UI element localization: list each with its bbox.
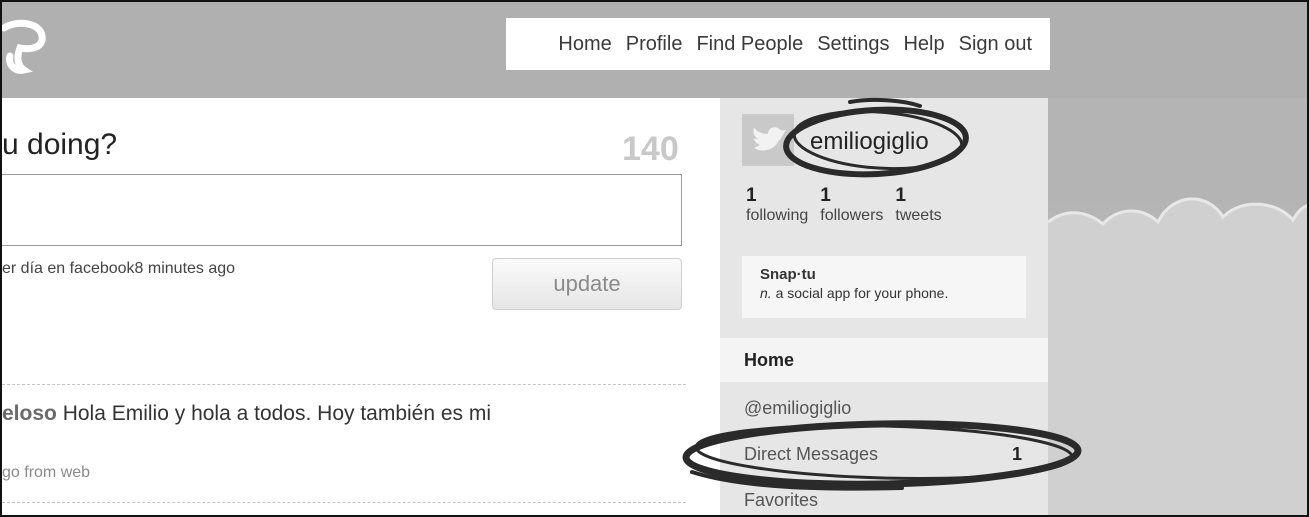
sidebar-item-favorites[interactable]: Favorites	[720, 478, 1048, 515]
sidebar-item-label: Favorites	[744, 489, 819, 510]
nav-find-people-link[interactable]: Find People	[696, 33, 803, 56]
stat-label: following	[746, 207, 809, 224]
profile-stats: 1 following 1 followers 1 tweets	[746, 186, 954, 226]
timeline-divider	[2, 384, 686, 385]
bird-icon	[753, 127, 786, 151]
sidebar-item-label: @emiliogiglio	[744, 397, 852, 418]
timeline-divider	[2, 502, 686, 503]
avatar[interactable]	[742, 114, 794, 166]
sidebar-item-home[interactable]: Home	[720, 338, 1048, 382]
screenshot-frame: Home Profile Find People Settings Help S…	[0, 0, 1309, 517]
profile-screen-name[interactable]: emiliogiglio	[810, 128, 929, 156]
stat-value: 1	[895, 185, 906, 206]
nav-settings-link[interactable]: Settings	[817, 33, 889, 56]
tweet-text: Hola Emilio y hola a todos. Hoy también …	[56, 402, 492, 425]
tweet-meta: go from web	[2, 464, 91, 481]
sidebar-item-mentions[interactable]: @emiliogiglio	[720, 386, 1048, 430]
tweet-body: eloso Hola Emilio y hola a todos. Hoy ta…	[2, 402, 491, 426]
sidebar-item-label: Home	[744, 349, 795, 370]
stat-label: tweets	[895, 207, 942, 224]
stat-label: followers	[820, 207, 884, 224]
sidebar-item-direct-messages[interactable]: Direct Messages 1	[720, 432, 1048, 476]
update-button[interactable]: update	[492, 258, 682, 310]
nav-profile-link[interactable]: Profile	[626, 33, 683, 56]
promo-text: n. a social app for your phone.	[760, 285, 1026, 301]
direct-messages-count: 1	[1011, 443, 1022, 464]
promo-title: Snap·tu	[760, 266, 816, 283]
tweet-username-link[interactable]: eloso	[2, 402, 57, 425]
nav-help-link[interactable]: Help	[903, 33, 944, 56]
promo-box[interactable]: Snap·tu n. a social app for your phone.	[742, 256, 1026, 318]
main-content: u doing? 140 er día en facebook8 minutes…	[2, 98, 720, 515]
cloud-background	[1048, 197, 1307, 515]
logo-icon[interactable]	[0, 18, 54, 78]
stat-value: 1	[746, 185, 757, 206]
promo-definition: a social app for your phone.	[771, 285, 949, 301]
stat-value: 1	[820, 185, 831, 206]
sidebar-item-label: Direct Messages	[744, 443, 879, 464]
latest-status: er día en facebook8 minutes ago	[2, 260, 236, 277]
nav-sign-out-link[interactable]: Sign out	[959, 33, 1032, 56]
stat-tweets[interactable]: 1 tweets	[895, 186, 941, 226]
sidebar: emiliogiglio 1 following 1 followers 1 t…	[720, 98, 1048, 515]
stat-followers[interactable]: 1 followers	[820, 186, 883, 226]
stat-following[interactable]: 1 following	[746, 186, 808, 226]
promo-pos: n.	[760, 285, 772, 301]
nav-home-link[interactable]: Home	[558, 33, 611, 56]
top-navigation: Home Profile Find People Settings Help S…	[506, 18, 1050, 70]
status-input[interactable]	[2, 174, 682, 246]
status-prompt: u doing?	[2, 128, 118, 161]
character-counter: 140	[622, 130, 679, 168]
